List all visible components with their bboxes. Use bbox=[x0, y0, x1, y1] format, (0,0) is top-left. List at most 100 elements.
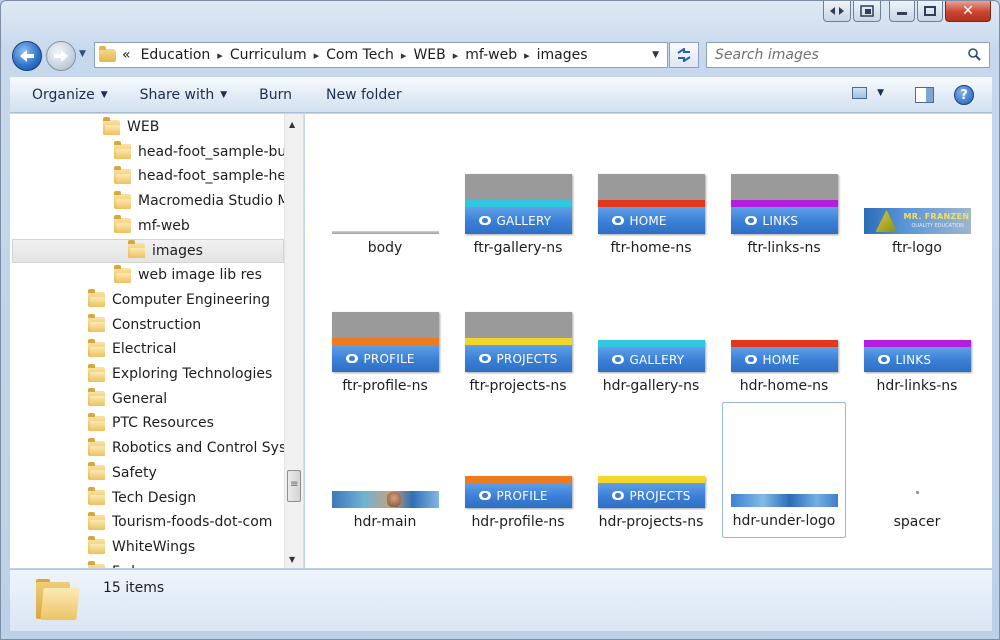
tree-item[interactable]: Electrical bbox=[88, 337, 176, 361]
file-item[interactable]: PROFILE hdr-profile-ns bbox=[456, 402, 580, 538]
tree-item[interactable]: General bbox=[88, 387, 167, 411]
crumb-education[interactable]: Education bbox=[141, 47, 211, 63]
forward-button[interactable] bbox=[46, 41, 76, 71]
tree-item[interactable]: Robotics and Control Syste bbox=[88, 436, 300, 460]
search-icon[interactable] bbox=[968, 48, 981, 61]
refresh-icon bbox=[677, 48, 691, 62]
thumbnail-button-text: GALLERY bbox=[629, 352, 685, 367]
change-view-button[interactable]: ▼ bbox=[852, 87, 884, 99]
refresh-button[interactable] bbox=[669, 42, 699, 68]
thumbnail-button-text: LINKS bbox=[762, 213, 799, 228]
thumbnail-button-text: PROFILE bbox=[496, 488, 548, 503]
scroll-up-icon[interactable]: ▲ bbox=[289, 120, 295, 129]
tree-item-label: PTC Resources bbox=[112, 415, 214, 432]
crumb-web[interactable]: WEB bbox=[413, 47, 445, 63]
chevron-right-icon[interactable]: ▸ bbox=[217, 49, 223, 62]
file-thumbnail: HOME bbox=[730, 340, 838, 372]
tree-item[interactable]: Tourism-foods-dot-com bbox=[88, 510, 272, 534]
file-item[interactable]: HOME hdr-home-ns bbox=[722, 266, 846, 402]
address-bar[interactable]: « Education ▸ Curriculum ▸ Com Tech ▸ WE… bbox=[94, 42, 668, 68]
tree-item[interactable]: Construction bbox=[88, 313, 201, 337]
folder-icon bbox=[88, 338, 105, 357]
minimize-button[interactable] bbox=[889, 1, 915, 22]
close-icon: ✕ bbox=[962, 3, 974, 19]
search-input[interactable] bbox=[715, 47, 955, 63]
tree-item-label: Robotics and Control Syste bbox=[112, 440, 301, 457]
crumb-curriculum[interactable]: Curriculum bbox=[230, 47, 307, 63]
tree-item-label: Computer Engineering bbox=[112, 291, 271, 308]
tree-item[interactable]: Computer Engineering bbox=[88, 288, 270, 312]
file-item[interactable]: body bbox=[323, 128, 447, 264]
tree-item[interactable]: mf-web bbox=[114, 214, 190, 238]
burn-button[interactable]: Burn bbox=[249, 81, 302, 109]
preview-pane-icon[interactable] bbox=[915, 87, 934, 103]
tree-item-label: Exploring Technologies bbox=[112, 366, 273, 382]
tree-item[interactable]: head-foot_sample-butt bbox=[114, 140, 297, 164]
file-item[interactable]: spacer bbox=[855, 402, 979, 538]
tree-item[interactable]: WEB bbox=[103, 115, 159, 139]
file-item[interactable]: hdr-main bbox=[323, 402, 447, 538]
close-button[interactable]: ✕ bbox=[945, 1, 991, 22]
button-pill-icon bbox=[611, 216, 624, 225]
thumbnail-button-text: PROJECTS bbox=[629, 488, 691, 503]
file-thumbnail: PROJECTS bbox=[464, 312, 572, 372]
folder-icon bbox=[88, 487, 105, 505]
details-pane: 15 items bbox=[10, 569, 992, 631]
back-forward-icon[interactable] bbox=[823, 1, 851, 22]
file-item[interactable]: MR. FRANZEN QUALITY EDUCATION ftr-logo bbox=[855, 128, 979, 264]
chevron-right-icon[interactable]: ▸ bbox=[524, 49, 530, 62]
caret-down-icon: ▼ bbox=[877, 88, 884, 98]
nav-scrollbar[interactable]: ▲ ▼ bbox=[284, 114, 303, 568]
scroll-down-icon[interactable]: ▼ bbox=[289, 555, 295, 564]
organize-button[interactable]: Organize ▼ bbox=[22, 81, 118, 109]
chevron-right-icon[interactable]: ▸ bbox=[453, 49, 459, 62]
folder-icon bbox=[88, 412, 105, 431]
crumb-images[interactable]: images bbox=[537, 47, 588, 63]
tree-item[interactable]: PTC Resources bbox=[88, 411, 214, 435]
scroll-thumb[interactable] bbox=[287, 470, 301, 502]
file-item[interactable]: PROFILE ftr-profile-ns bbox=[323, 266, 447, 402]
tree-item[interactable]: WhiteWings bbox=[88, 535, 195, 559]
maximize-button[interactable] bbox=[917, 1, 943, 22]
double-arrow-icon bbox=[830, 7, 844, 15]
tree-item[interactable]: Safety bbox=[88, 461, 157, 485]
breadcrumb-overflow[interactable]: « bbox=[122, 47, 131, 63]
tree-item[interactable]: images bbox=[12, 238, 284, 263]
crumb-mf-web[interactable]: mf-web bbox=[465, 47, 517, 63]
chevron-right-icon[interactable]: ▸ bbox=[314, 49, 320, 62]
new-folder-button[interactable]: New folder bbox=[316, 81, 412, 109]
tree-item-label: images bbox=[152, 242, 203, 259]
file-item[interactable]: PROJECTS hdr-projects-ns bbox=[589, 402, 713, 538]
file-item[interactable]: LINKS hdr-links-ns bbox=[855, 266, 979, 402]
chevron-right-icon[interactable]: ▸ bbox=[401, 49, 407, 62]
file-thumbnail bbox=[730, 494, 838, 507]
tree-item[interactable]: Tech Design bbox=[88, 486, 196, 510]
file-item[interactable]: HOME ftr-home-ns bbox=[589, 128, 713, 264]
file-item[interactable]: GALLERY hdr-gallery-ns bbox=[589, 266, 713, 402]
back-button[interactable] bbox=[12, 41, 42, 71]
file-name: spacer bbox=[893, 514, 941, 530]
file-item[interactable]: PROJECTS ftr-projects-ns bbox=[456, 266, 580, 402]
file-item[interactable]: hdr-under-logo bbox=[722, 402, 846, 538]
tree-item[interactable]: F...l bbox=[88, 560, 135, 568]
tree-item[interactable]: Macromedia Studio MX bbox=[114, 189, 299, 213]
file-item[interactable]: GALLERY ftr-gallery-ns bbox=[456, 128, 580, 264]
caret-down-icon: ▼ bbox=[220, 90, 228, 100]
file-item[interactable]: LINKS ftr-links-ns bbox=[722, 128, 846, 264]
restore-icon[interactable] bbox=[853, 1, 881, 22]
navigation-pane[interactable]: WEB head-foot_sample-butt head-foot_sample… bbox=[10, 114, 304, 568]
tree-item-label: web image lib res bbox=[138, 267, 262, 284]
crumb-com-tech[interactable]: Com Tech bbox=[326, 47, 394, 63]
organize-label: Organize bbox=[32, 87, 95, 103]
help-icon[interactable]: ? bbox=[954, 85, 974, 105]
share-with-button[interactable]: Share with ▼ bbox=[130, 81, 237, 109]
folder-icon bbox=[114, 141, 131, 160]
tree-item[interactable]: web image lib res bbox=[114, 263, 262, 287]
address-dropdown-icon[interactable]: ▼ bbox=[652, 50, 659, 60]
tree-item[interactable]: Exploring Technologies bbox=[88, 362, 272, 386]
recent-pages-dropdown[interactable]: ▼ bbox=[79, 49, 86, 59]
item-count: 15 items bbox=[103, 580, 165, 596]
button-pill-icon bbox=[345, 354, 358, 363]
file-list[interactable]: body GALLERY ftr-gallery-ns HOME ftr-home-ns… bbox=[305, 114, 992, 568]
tree-item[interactable]: head-foot_sample-hea bbox=[114, 164, 295, 188]
